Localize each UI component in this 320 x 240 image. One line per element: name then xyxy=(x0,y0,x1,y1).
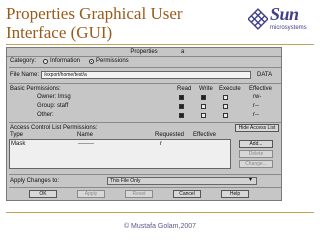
category-permissions-radio[interactable] xyxy=(89,59,94,64)
properties-dialog: Properties a Category: Information Permi… xyxy=(6,47,282,201)
acl-header-name: Name xyxy=(77,132,94,138)
file-name-field[interactable]: /export/home/test/a xyxy=(41,71,251,79)
sun-logo-icon xyxy=(248,8,268,30)
owner-read-checkbox[interactable] xyxy=(179,95,184,100)
hide-access-list-button[interactable]: Hide Access List xyxy=(235,124,279,132)
divider xyxy=(9,122,281,123)
file-name-label: File Name: xyxy=(10,72,40,78)
owner-effective: rw- xyxy=(253,94,262,100)
perm-header-write: Write xyxy=(199,86,213,92)
divider xyxy=(9,67,281,68)
basic-permissions-label: Basic Permissions: xyxy=(10,86,61,92)
group-effective: r-- xyxy=(253,103,259,109)
perm-row-owner-label: Owner: lmsg xyxy=(37,94,71,100)
acl-row-name: -------- xyxy=(78,141,94,147)
bottom-rule xyxy=(6,212,314,213)
help-button[interactable]: Help xyxy=(221,190,249,198)
perm-header-execute: Execute xyxy=(219,86,241,92)
ok-button[interactable]: OK xyxy=(29,190,57,198)
category-information-radio[interactable] xyxy=(43,59,48,64)
acl-delete-button[interactable]: Delete xyxy=(239,150,273,158)
other-effective: r-- xyxy=(253,112,259,118)
other-write-checkbox[interactable] xyxy=(201,113,206,118)
perm-header-read: Read xyxy=(177,86,192,92)
apply-changes-select[interactable]: This File Only xyxy=(107,177,257,185)
perm-row-group-label: Group: staff xyxy=(37,103,69,109)
group-execute-checkbox[interactable] xyxy=(223,104,228,109)
chevron-down-icon: ▾ xyxy=(249,177,253,183)
file-name-right: DATA xyxy=(257,72,273,78)
divider xyxy=(9,174,281,175)
divider xyxy=(9,83,281,84)
logo-subtitle: microsystems xyxy=(270,25,307,31)
acl-header-effective: Effective xyxy=(193,132,216,138)
dialog-title-file: a xyxy=(181,49,185,55)
category-label: Category: xyxy=(10,58,37,64)
logo-word: Sun xyxy=(270,4,299,24)
category-permissions-label: Permissions xyxy=(96,58,129,64)
other-read-checkbox[interactable] xyxy=(179,113,184,118)
acl-add-button[interactable]: Add... xyxy=(239,140,273,148)
slide-footer: © Mustafa Golam,2007 xyxy=(123,223,197,230)
perm-row-other-label: Other: xyxy=(37,112,54,118)
category-information-label: Information xyxy=(50,58,81,64)
acl-row-requested: r xyxy=(160,141,162,147)
group-read-checkbox[interactable] xyxy=(179,104,184,109)
acl-row-type: Mask xyxy=(11,141,26,147)
reset-button[interactable]: Reset xyxy=(125,190,153,198)
owner-execute-checkbox[interactable] xyxy=(223,95,228,100)
other-execute-checkbox[interactable] xyxy=(223,113,228,118)
dialog-title: Properties xyxy=(7,48,281,57)
slide-title: Properties Graphical User Interface (GUI… xyxy=(6,4,183,42)
apply-changes-label: Apply Changes to: xyxy=(10,178,60,184)
owner-write-checkbox[interactable] xyxy=(201,95,206,100)
group-write-checkbox[interactable] xyxy=(201,104,206,109)
cancel-button[interactable]: Cancel xyxy=(173,190,201,198)
acl-header-type: Type xyxy=(10,132,24,138)
top-rule xyxy=(6,44,314,45)
acl-header-requested: Requested xyxy=(155,132,185,138)
acl-change-button[interactable]: Change... xyxy=(239,160,273,168)
acl-list[interactable]: Mask -------- r xyxy=(9,139,231,169)
apply-button[interactable]: Apply xyxy=(77,190,105,198)
apply-changes-value: This File Only xyxy=(110,178,141,184)
acl-label: Access Control List Permissions: xyxy=(10,125,98,131)
perm-header-effective: Effective xyxy=(249,86,272,92)
divider xyxy=(9,187,281,188)
sun-logo: Sun microsystems xyxy=(248,2,314,42)
